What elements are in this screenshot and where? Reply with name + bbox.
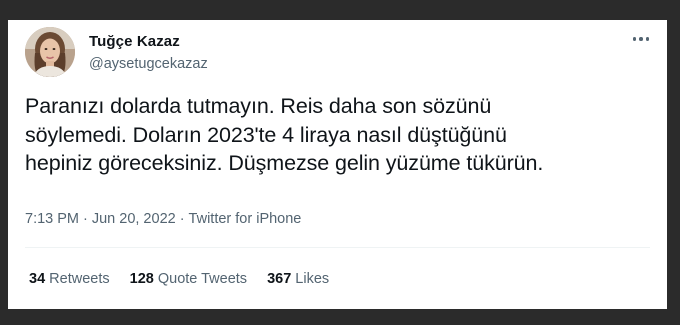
more-horizontal-icon-dot [639, 37, 643, 41]
tweet-source[interactable]: Twitter for iPhone [189, 211, 302, 227]
tweet-card: Tuğçe Kazaz @aysetugcekazaz Paranızı dol… [8, 20, 667, 309]
meta-separator: · [83, 211, 88, 227]
avatar[interactable] [25, 27, 75, 77]
tweet-text-line: söylemedi. Doların 2023'te 4 liraya nası… [25, 122, 507, 147]
tweet-text: Paranızı dolarda tutmayın. Reis daha son… [25, 92, 655, 178]
retweets-stat[interactable]: 34 Retweets [29, 271, 110, 287]
tweet-date[interactable]: Jun 20, 2022 [92, 211, 176, 227]
meta-separator: · [179, 211, 185, 227]
display-name[interactable]: Tuğçe Kazaz [89, 33, 180, 50]
likes-label: Likes [295, 271, 330, 287]
more-horizontal-icon-dot [632, 37, 637, 41]
likes-count: 367 [267, 271, 292, 287]
quote-tweets-label: Quote Tweets [157, 271, 248, 287]
tweet-stats: 34 Retweets 128 Quote Tweets 367 Likes [29, 271, 329, 287]
more-options-button[interactable] [629, 29, 653, 49]
quote-tweets-count: 128 [129, 271, 154, 287]
user-handle[interactable]: @aysetugcekazaz [89, 56, 208, 72]
likes-stat[interactable]: 367 Likes [267, 271, 329, 287]
profile-photo-icon [25, 27, 75, 77]
retweets-label: Retweets [49, 271, 110, 287]
quote-tweets-stat[interactable]: 128 Quote Tweets [130, 271, 247, 287]
divider [25, 247, 650, 248]
tweet-meta: 7:13 PM · Jun 20, 2022 · Twitter for iPhone [25, 211, 301, 227]
tweet-time[interactable]: 7:13 PM [25, 211, 79, 227]
more-horizontal-icon-dot [645, 37, 650, 41]
tweet-text-line: Paranızı dolarda tutmayın. Reis daha son… [25, 94, 492, 118]
retweets-count: 34 [29, 271, 46, 287]
tweet-text-line: hepiniz göreceksiniz. Düşmezse gelin yüz… [25, 151, 544, 175]
